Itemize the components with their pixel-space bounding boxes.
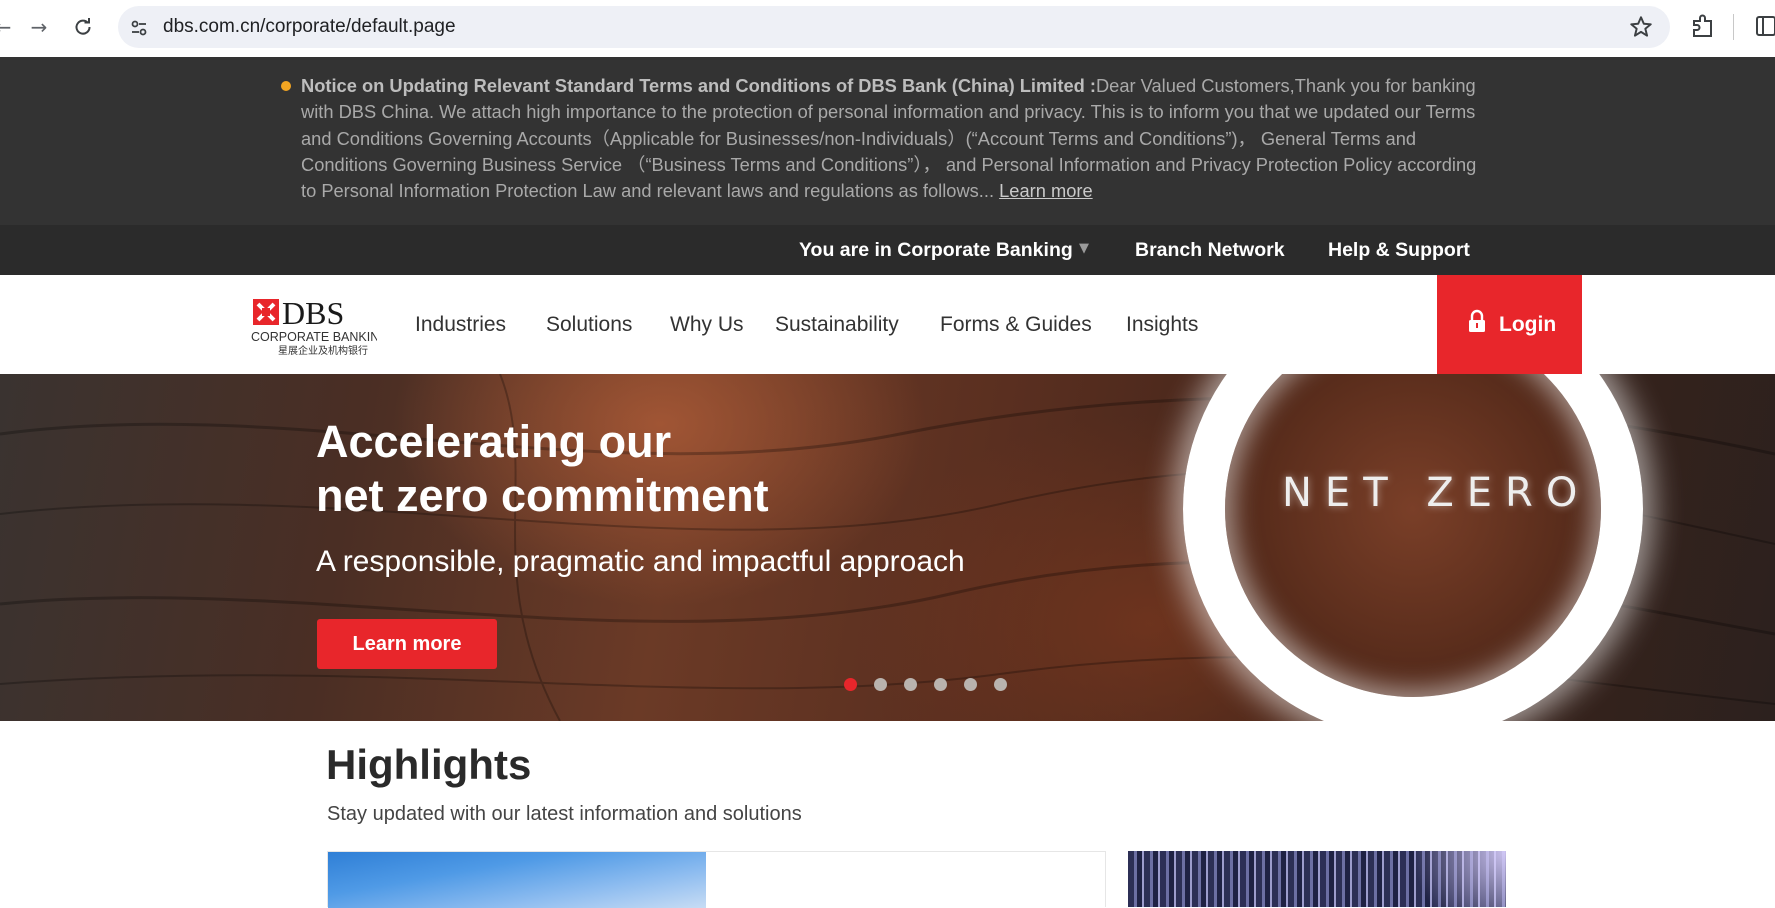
login-label: Login: [1499, 313, 1557, 336]
svg-text:DBS: DBS: [282, 297, 344, 331]
hero-carousel: NET ZERO Accelerating our net zero commi…: [0, 374, 1775, 721]
carousel-dot-5[interactable]: [964, 678, 977, 691]
highlight-card-2-image: [1386, 851, 1506, 907]
browser-toolbar: ← → dbs.com.cn/corporate/default.page: [0, 0, 1775, 57]
net-zero-ring-image: [1183, 374, 1643, 721]
help-support-link[interactable]: Help & Support: [1328, 225, 1470, 275]
url-text[interactable]: dbs.com.cn/corporate/default.page: [163, 6, 456, 48]
main-nav: DBS CORPORATE BANKING 星展企业及机构银行 Industri…: [0, 275, 1775, 374]
dbs-logo[interactable]: DBS CORPORATE BANKING 星展企业及机构银行: [251, 295, 389, 357]
net-zero-image-text: NET ZERO: [1282, 470, 1591, 516]
hero-title: Accelerating our net zero commitment: [316, 415, 1016, 523]
branch-network-link[interactable]: Branch Network: [1135, 225, 1285, 275]
forward-icon[interactable]: →: [24, 12, 54, 42]
hero-title-line2: net zero commitment: [316, 470, 769, 521]
carousel-dot-1[interactable]: [844, 678, 857, 691]
highlights-title: Highlights: [326, 741, 532, 788]
segment-selector[interactable]: You are in Corporate Banking: [799, 225, 1073, 275]
nav-industries[interactable]: Industries: [415, 275, 506, 374]
toolbar-divider: [1733, 14, 1734, 40]
side-panel-icon[interactable]: [1755, 15, 1775, 37]
carousel-dot-3[interactable]: [904, 678, 917, 691]
hero-subtitle: A responsible, pragmatic and impactful a…: [316, 545, 965, 578]
login-button[interactable]: Login: [1437, 275, 1582, 374]
carousel-dot-6[interactable]: [994, 678, 1007, 691]
address-bar[interactable]: dbs.com.cn/corporate/default.page: [118, 6, 1670, 48]
svg-text:CORPORATE BANKING: CORPORATE BANKING: [251, 330, 377, 344]
bookmark-star-icon[interactable]: [1628, 14, 1654, 40]
hero-learn-more-button[interactable]: Learn more: [317, 619, 497, 669]
nav-insights[interactable]: Insights: [1126, 275, 1198, 374]
nav-solutions[interactable]: Solutions: [546, 275, 632, 374]
nav-why-us[interactable]: Why Us: [670, 275, 744, 374]
highlight-card-1[interactable]: [327, 851, 1106, 908]
hero-title-line1: Accelerating our: [316, 416, 672, 467]
nav-forms-guides[interactable]: Forms & Guides: [940, 275, 1092, 374]
notice-learn-more-link[interactable]: Learn more: [999, 180, 1093, 201]
highlight-card-1-image: [328, 852, 706, 908]
site-info-icon[interactable]: [127, 16, 151, 40]
carousel-dot-4[interactable]: [934, 678, 947, 691]
reload-icon[interactable]: [68, 12, 98, 42]
extensions-icon[interactable]: [1688, 12, 1718, 42]
highlights-subtitle: Stay updated with our latest information…: [327, 803, 802, 825]
notice-bullet-icon: [281, 81, 291, 91]
back-icon[interactable]: ←: [0, 12, 18, 42]
notice-heading: Notice on Updating Relevant Standard Ter…: [301, 75, 1096, 96]
nav-sustainability[interactable]: Sustainability: [775, 275, 899, 374]
highlight-card-2[interactable]: [1128, 851, 1506, 907]
svg-text:星展企业及机构银行: 星展企业及机构银行: [278, 344, 368, 357]
lock-icon: [1469, 309, 1485, 332]
caret-down-icon[interactable]: ▼: [1079, 242, 1091, 255]
notice-text: Notice on Updating Relevant Standard Ter…: [301, 73, 1496, 204]
carousel-dot-2[interactable]: [874, 678, 887, 691]
utility-nav: You are in Corporate Banking ▼ Branch Ne…: [0, 225, 1775, 275]
